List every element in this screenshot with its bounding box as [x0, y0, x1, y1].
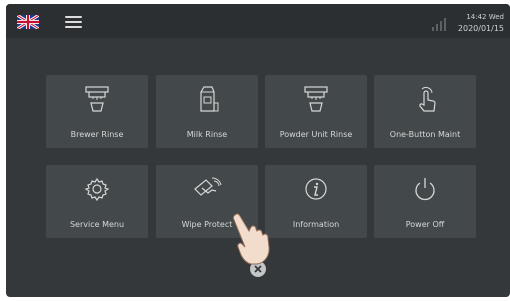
- tile-information[interactable]: Information: [265, 165, 367, 238]
- date-text: 2020/01/15: [457, 24, 504, 33]
- info-icon: [305, 178, 327, 200]
- tile-brewer-rinse[interactable]: Brewer Rinse: [46, 75, 148, 148]
- tile-label: Powder Unit Rinse: [279, 130, 353, 139]
- signal-strength-icon: [432, 18, 446, 31]
- tile-label: Power Off: [405, 220, 445, 229]
- top-bar: 14:42 Wed 2020/01/15: [6, 4, 510, 38]
- brewer-rinse-icon: [85, 86, 109, 112]
- tile-label: Brewer Rinse: [70, 130, 124, 139]
- tile-one-button-maint[interactable]: One-Button Maint: [374, 75, 476, 148]
- tile-label: Milk Rinse: [186, 130, 228, 139]
- pointing-hand-icon: [232, 213, 270, 265]
- milk-rinse-icon: [200, 86, 219, 112]
- tile-service-menu[interactable]: Service Menu: [46, 165, 148, 238]
- tile-milk-rinse[interactable]: Milk Rinse: [156, 75, 258, 148]
- tile-label: Service Menu: [69, 220, 125, 229]
- tile-label: One-Button Maint: [389, 130, 461, 139]
- time-day-text: 14:42 Wed: [466, 13, 504, 21]
- power-icon: [415, 178, 435, 201]
- status-clock: 14:42 Wed 2020/01/15: [458, 12, 504, 34]
- one-button-touch-icon: [419, 86, 436, 112]
- hamburger-menu-icon[interactable]: [65, 16, 82, 28]
- tile-power-off[interactable]: Power Off: [374, 165, 476, 238]
- app-screen: 14:42 Wed 2020/01/15 Brewer Rinse Milk R…: [6, 4, 510, 297]
- uk-flag-icon[interactable]: [17, 15, 39, 29]
- wipe-hand-icon: [194, 177, 222, 196]
- tile-label: Information: [292, 220, 340, 229]
- gear-icon: [84, 177, 110, 202]
- powder-unit-rinse-icon: [304, 86, 328, 112]
- tile-powder-unit-rinse[interactable]: Powder Unit Rinse: [265, 75, 367, 148]
